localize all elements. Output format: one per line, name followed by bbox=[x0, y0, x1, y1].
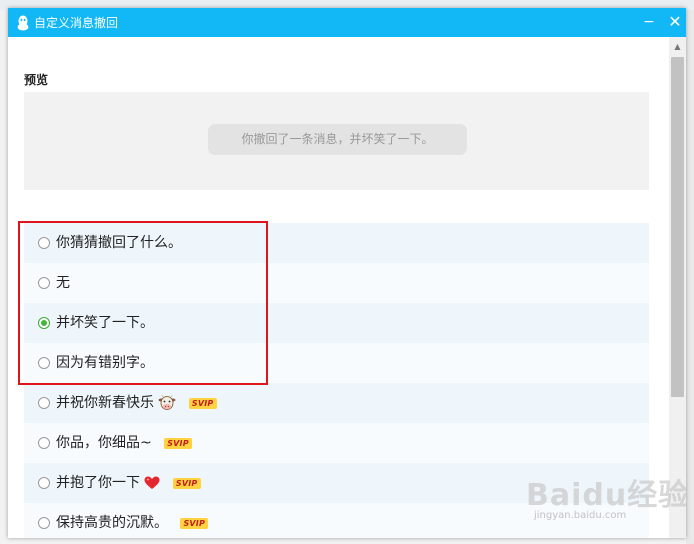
radio-button[interactable] bbox=[38, 357, 50, 369]
option-row[interactable]: 因为有错别字。 bbox=[24, 343, 649, 383]
radio-button-selected[interactable] bbox=[38, 317, 50, 329]
radio-button[interactable] bbox=[38, 397, 50, 409]
option-label: 并坏笑了一下。 bbox=[56, 315, 154, 331]
radio-button[interactable] bbox=[38, 517, 50, 529]
option-label: 你品，你细品~ SVIP bbox=[56, 423, 192, 463]
custom-recall-dialog: 自定义消息撤回 − ✕ 预览 你撤回了一条消息，并坏笑了一下。 你猜猜撤回了什么… bbox=[8, 8, 686, 538]
dialog-title: 自定义消息撤回 bbox=[34, 16, 119, 30]
option-label: 并祝你新春快乐 SVIP bbox=[56, 383, 217, 423]
scroll-up-arrow-icon[interactable]: ▲ bbox=[669, 41, 686, 53]
background-window-edge bbox=[686, 10, 694, 544]
option-label: 你猜猜撤回了什么。 bbox=[56, 235, 182, 251]
preview-box: 你撤回了一条消息，并坏笑了一下。 bbox=[24, 92, 649, 190]
radio-button[interactable] bbox=[38, 477, 50, 489]
radio-button[interactable] bbox=[38, 437, 50, 449]
option-row-selected[interactable]: 并坏笑了一下。 bbox=[24, 303, 649, 343]
watermark-url: jingyan.baidu.com bbox=[534, 510, 627, 521]
red-heart-icon bbox=[144, 476, 160, 489]
dialog-titlebar[interactable]: 自定义消息撤回 − ✕ bbox=[8, 8, 686, 37]
scrollbar-thumb[interactable] bbox=[671, 57, 684, 397]
minimize-button[interactable]: − bbox=[638, 11, 660, 33]
cow-face-icon bbox=[158, 395, 176, 410]
dialog-content: 预览 你撤回了一条消息，并坏笑了一下。 你猜猜撤回了什么。 无 并坏笑了一下。 … bbox=[24, 37, 649, 538]
option-row[interactable]: 无 bbox=[24, 263, 649, 303]
qq-penguin-icon bbox=[17, 15, 29, 31]
option-label: 无 bbox=[56, 275, 70, 291]
preview-label: 预览 bbox=[24, 73, 49, 87]
option-row[interactable]: 并祝你新春快乐 SVIP bbox=[24, 383, 649, 423]
svip-badge: SVIP bbox=[172, 477, 201, 489]
radio-button[interactable] bbox=[38, 277, 50, 289]
option-label: 因为有错别字。 bbox=[56, 355, 154, 371]
option-row[interactable]: 你猜猜撤回了什么。 bbox=[24, 223, 649, 263]
svip-badge: SVIP bbox=[188, 397, 217, 409]
vertical-scrollbar[interactable]: ▲ bbox=[669, 37, 686, 538]
radio-button[interactable] bbox=[38, 237, 50, 249]
option-row[interactable]: 你品，你细品~ SVIP bbox=[24, 423, 649, 463]
svip-badge: SVIP bbox=[164, 437, 192, 449]
option-label: 保持高贵的沉默。 SVIP bbox=[56, 503, 209, 538]
option-label: 并抱了你一下 SVIP bbox=[56, 463, 201, 503]
close-button[interactable]: ✕ bbox=[664, 11, 686, 33]
watermark-logo: Baidu经验 bbox=[526, 478, 690, 513]
svip-badge: SVIP bbox=[180, 517, 209, 529]
preview-bubble: 你撤回了一条消息，并坏笑了一下。 bbox=[208, 124, 467, 155]
